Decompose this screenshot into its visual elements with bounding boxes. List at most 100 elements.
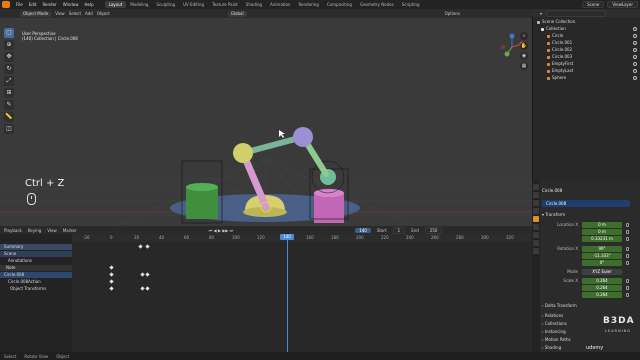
object-name-field[interactable]: Circle.008	[542, 200, 630, 207]
outliner-row-circle-002[interactable]: Circle.002	[533, 47, 639, 53]
scale-y-field[interactable]: 0.264	[582, 285, 622, 291]
rotation-x-field[interactable]: 90°	[582, 246, 622, 252]
menu-view[interactable]: View	[55, 11, 65, 16]
eye-icon[interactable]	[633, 27, 637, 31]
move-tool-icon[interactable]: ✥	[4, 52, 14, 62]
3d-viewport[interactable]	[0, 9, 532, 235]
tab-texture-paint[interactable]: Texture Paint	[208, 1, 242, 8]
channel-circle-008[interactable]: Circle.008	[0, 272, 72, 278]
location-x-field[interactable]: 0 m	[582, 222, 622, 228]
outliner-filter-icon[interactable]: ▾	[540, 11, 542, 16]
timeline-ruler[interactable]: -20 0 20 40 60 80 100 120 160 180 200 22…	[72, 234, 532, 242]
tool-tab-icon[interactable]	[533, 184, 539, 190]
menu-help[interactable]: Help	[81, 2, 96, 7]
timeline-view-menu[interactable]: View	[47, 228, 57, 233]
outliner-row-sphere[interactable]: Sphere	[533, 75, 639, 81]
options-menu[interactable]: Options	[445, 11, 460, 16]
rotate-tool-icon[interactable]: ↻	[4, 64, 14, 74]
channel-note[interactable]: Note	[0, 265, 72, 271]
physics-tab-icon[interactable]	[533, 232, 539, 238]
outliner-row-emptyfirst[interactable]: EmptyFirst	[533, 61, 639, 67]
zoom-icon[interactable]: ⌕	[520, 32, 528, 40]
outliner-empty-space[interactable]	[532, 87, 640, 180]
start-frame-field[interactable]: 1	[392, 226, 406, 234]
channel-annotations[interactable]: Annotations	[0, 258, 72, 264]
scale-tool-icon[interactable]: ⤢	[4, 76, 14, 86]
outliner-row-collection[interactable]: Collection	[533, 26, 639, 32]
timeline-keying-menu[interactable]: Keying	[28, 228, 41, 233]
tab-shading[interactable]: Shading	[242, 1, 266, 8]
pink-cylinder[interactable]	[314, 193, 344, 223]
lock-icon[interactable]	[626, 230, 629, 234]
blender-logo-icon[interactable]	[2, 1, 10, 8]
eye-icon[interactable]	[633, 34, 637, 38]
eye-icon[interactable]	[633, 55, 637, 59]
channel-scene[interactable]: Scene	[0, 251, 72, 257]
timeline-playback-menu[interactable]: Playback	[4, 228, 22, 233]
eye-icon[interactable]	[633, 76, 637, 80]
outliner-row-scene-collection[interactable]: Scene Collection	[533, 19, 639, 25]
data-tab-icon[interactable]	[533, 248, 539, 254]
menu-add[interactable]: Add	[85, 11, 93, 16]
lock-icon[interactable]	[626, 223, 629, 227]
channel-action[interactable]: Circle.008Action	[0, 279, 72, 285]
lock-icon[interactable]	[626, 261, 629, 265]
outliner-row-circle[interactable]: Circle	[533, 33, 639, 39]
eye-icon[interactable]	[633, 41, 637, 45]
lock-icon[interactable]	[626, 293, 629, 297]
cursor-tool-icon[interactable]: ⊕	[4, 40, 14, 50]
channel-summary[interactable]: Summary	[0, 244, 72, 250]
end-frame-field[interactable]: 250	[424, 226, 443, 234]
scene-field[interactable]: Scene	[582, 1, 605, 8]
lock-icon[interactable]	[626, 279, 629, 283]
tab-sculpting[interactable]: Sculpting	[152, 1, 179, 8]
rotation-z-field[interactable]: 0°	[582, 260, 622, 266]
constraint-tab-icon[interactable]	[533, 240, 539, 246]
viewlayer-field[interactable]: ViewLayer	[607, 1, 638, 8]
outliner-search-input[interactable]	[546, 9, 607, 17]
menu-object[interactable]: Object	[97, 11, 110, 16]
tab-rendering[interactable]: Rendering	[294, 1, 322, 8]
tab-modeling[interactable]: Modeling	[126, 1, 152, 8]
scale-z-field[interactable]: 0.264	[582, 292, 622, 298]
scene-tab-icon[interactable]	[533, 208, 539, 214]
lock-icon[interactable]	[626, 247, 629, 251]
measure-tool-icon[interactable]: 📏	[4, 112, 14, 122]
annotate-tool-icon[interactable]: ✎	[4, 100, 14, 110]
lock-icon[interactable]	[626, 254, 629, 258]
lock-icon[interactable]	[626, 237, 629, 241]
object-mode-dropdown[interactable]: Object Mode	[20, 10, 52, 17]
green-cylinder[interactable]	[186, 187, 218, 219]
camera-icon[interactable]: ◉	[520, 52, 528, 60]
select-box-tool-icon[interactable]: ▢	[4, 28, 14, 38]
eye-icon[interactable]	[633, 48, 637, 52]
render-tab-icon[interactable]	[533, 192, 539, 198]
channel-object-transforms[interactable]: Object Transforms	[0, 286, 72, 292]
tab-compositing[interactable]: Compositing	[323, 1, 356, 8]
object-tab-icon[interactable]	[533, 216, 539, 222]
menu-select[interactable]: Select	[69, 11, 81, 16]
rotation-y-field[interactable]: -11.333°	[582, 253, 622, 259]
location-z-field[interactable]: 0.33231 m	[582, 236, 622, 242]
tab-animation[interactable]: Animation	[266, 1, 294, 8]
outliner-row-emptylast[interactable]: EmptyLast	[533, 68, 639, 74]
playhead-frame[interactable]: 140	[280, 234, 294, 240]
purple-joint[interactable]	[293, 127, 313, 147]
playhead[interactable]	[287, 234, 288, 352]
tab-uv-editing[interactable]: UV Editing	[179, 1, 208, 8]
transform-section-header[interactable]: ▾ Transform	[542, 212, 636, 217]
dopesheet-area[interactable]	[72, 234, 532, 352]
timeline-marker-menu[interactable]: Marker	[63, 228, 77, 233]
eye-icon[interactable]	[633, 62, 637, 66]
scale-x-field[interactable]: 0.264	[582, 278, 622, 284]
transform-tool-icon[interactable]: ⊞	[4, 88, 14, 98]
tab-scripting[interactable]: Scripting	[398, 1, 424, 8]
play-controls-icon[interactable]: ⏮ ◀ ▶ ▶▶ ⏭	[209, 228, 234, 233]
motion-paths-section[interactable]: › Motion Paths	[542, 337, 636, 342]
pan-hand-icon[interactable]: ✋	[520, 42, 528, 50]
output-tab-icon[interactable]	[533, 200, 539, 206]
outliner-row-circle-001[interactable]: Circle.001	[533, 40, 639, 46]
rotation-mode-dropdown[interactable]: XYZ Euler	[582, 269, 622, 275]
current-frame-field[interactable]: 140	[355, 227, 371, 233]
yellow-joint[interactable]	[233, 143, 253, 163]
